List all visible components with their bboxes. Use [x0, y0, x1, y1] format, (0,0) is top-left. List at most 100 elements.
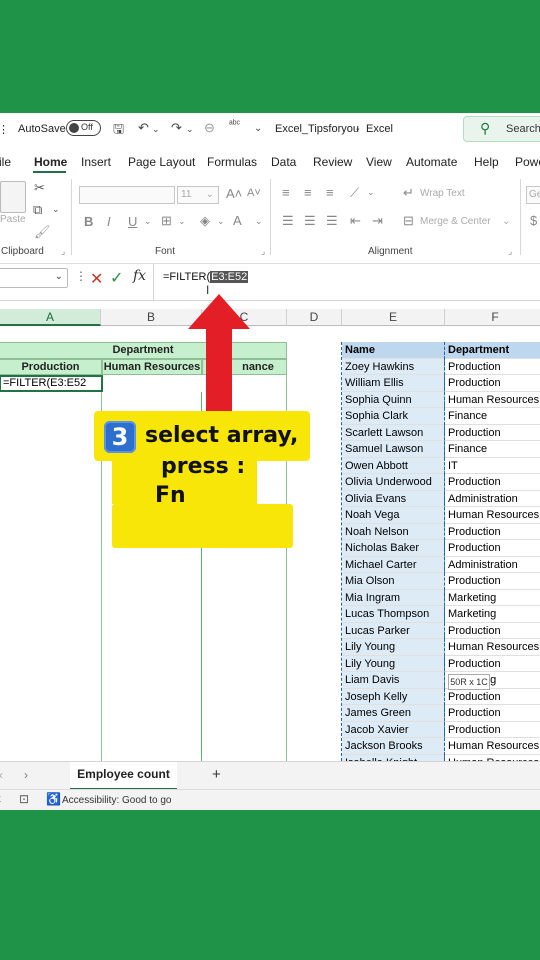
borders-icon[interactable]: ⊞ [161, 213, 172, 229]
orientation-icon[interactable]: ⟋ [350, 185, 359, 201]
borders-dropdown-icon[interactable]: ⌄ [178, 216, 186, 227]
column-header-b[interactable]: B [101, 309, 202, 326]
orientation-dropdown-icon[interactable]: ⌄ [367, 187, 375, 198]
department-column-header[interactable]: Department [445, 342, 540, 359]
undo-icon[interactable]: ↶ [138, 120, 149, 136]
redo-dropdown-icon[interactable]: ⌄ [186, 124, 194, 135]
employee-department-cell[interactable]: Marketing [445, 606, 540, 623]
tab-help[interactable]: Help [474, 155, 499, 169]
column-header-e[interactable]: E [342, 309, 445, 326]
prev-sheet-icon[interactable]: ‹ [0, 768, 3, 782]
tab-data[interactable]: Data [271, 155, 296, 169]
align-top-icon[interactable]: ≡ [282, 185, 290, 200]
save-icon[interactable]: 🖫 [113, 120, 124, 142]
production-header[interactable]: Production [0, 359, 102, 375]
strikethrough-icon[interactable]: ⊖ [204, 120, 215, 136]
employee-department-cell[interactable]: Human Resources [445, 639, 540, 656]
tab-file[interactable]: ile [0, 155, 11, 169]
employee-department-cell[interactable]: Production [445, 705, 540, 722]
fill-dropdown-icon[interactable]: ⌄ [217, 216, 225, 227]
autosave-toggle[interactable]: Off [66, 120, 101, 136]
employee-department-cell[interactable]: Human Resources [445, 391, 540, 408]
cancel-icon[interactable]: ✕ [90, 269, 103, 289]
customize-qat-icon[interactable]: ⌄ [254, 123, 262, 134]
enter-icon[interactable]: ✓ [110, 268, 123, 288]
employee-department-cell[interactable]: Production [445, 375, 540, 392]
employee-name-cell[interactable]: Lily Young [342, 655, 445, 672]
employee-department-cell[interactable]: Administration [445, 556, 540, 573]
employee-department-cell[interactable]: Production [445, 573, 540, 590]
employee-name-cell[interactable]: Lily Young [342, 639, 445, 656]
employee-name-cell[interactable]: Sophia Quinn [342, 391, 445, 408]
merge-center-icon[interactable]: ⊟ [403, 213, 414, 229]
alignment-launcher-icon[interactable]: ⌟ [508, 246, 512, 257]
paste-icon[interactable] [0, 181, 26, 213]
macro-record-icon[interactable]: ⊡ [19, 792, 29, 806]
italic-icon[interactable]: I [107, 214, 111, 229]
tab-home[interactable]: Home [34, 155, 67, 169]
wrap-text-label[interactable]: Wrap Text [420, 188, 465, 199]
employee-name-cell[interactable]: Joseph Kelly [342, 688, 445, 705]
column-header-a[interactable]: A [0, 309, 101, 326]
font-size-box[interactable]: 11 ⌄ [177, 186, 219, 204]
font-color-dropdown-icon[interactable]: ⌄ [255, 216, 263, 227]
insert-function-icon[interactable]: fx [133, 268, 146, 284]
employee-name-cell[interactable]: Olivia Evans [342, 490, 445, 507]
employee-name-cell[interactable]: Lucas Parker [342, 622, 445, 639]
employee-name-cell[interactable]: Jacob Xavier [342, 721, 445, 738]
employee-name-cell[interactable]: Sophia Clark [342, 408, 445, 425]
employee-department-cell[interactable]: Production [445, 523, 540, 540]
underline-dropdown-icon[interactable]: ⌄ [144, 216, 152, 227]
format-painter-icon[interactable]: 🖌 [34, 224, 51, 240]
name-column-header[interactable]: Name [342, 342, 445, 359]
more-options-icon[interactable]: ⋮ [75, 269, 87, 283]
tab-formulas[interactable]: Formulas [207, 155, 257, 169]
active-cell-a3[interactable]: =FILTER(E3:E52 [0, 375, 103, 392]
employee-name-cell[interactable]: Zoey Hawkins [342, 358, 445, 375]
bold-icon[interactable]: B [84, 214, 93, 229]
accessibility-status[interactable]: Accessibility: Good to go [62, 795, 172, 806]
employee-department-cell[interactable]: Marketing [445, 589, 540, 606]
employee-name-cell[interactable]: Olivia Underwood [342, 474, 445, 491]
name-box[interactable]: ⌄ [0, 268, 68, 288]
employee-name-cell[interactable]: Noah Nelson [342, 523, 445, 540]
underline-icon[interactable]: U [128, 214, 137, 229]
employee-department-cell[interactable]: Production [445, 540, 540, 557]
employee-department-cell[interactable]: Production [445, 622, 540, 639]
employee-department-cell[interactable]: Production [445, 688, 540, 705]
wrap-text-icon[interactable]: ↵ [403, 185, 414, 201]
next-sheet-icon[interactable]: › [24, 768, 28, 782]
employee-department-cell[interactable]: Production [445, 721, 540, 738]
font-color-icon[interactable]: A [233, 213, 242, 228]
employee-name-cell[interactable]: Liam Davis [342, 672, 445, 689]
employee-name-cell[interactable]: Jackson Brooks [342, 738, 445, 755]
number-format-box[interactable]: Ge [526, 186, 540, 204]
employee-department-cell[interactable]: Human Resources [445, 507, 540, 524]
employee-name-cell[interactable]: Owen Abbott [342, 457, 445, 474]
fill-color-icon[interactable]: ◈ [200, 213, 210, 229]
accessibility-icon[interactable]: ♿ [46, 792, 61, 806]
employee-name-cell[interactable]: Scarlett Lawson [342, 424, 445, 441]
redo-icon[interactable]: ↷ [171, 120, 182, 136]
employee-department-cell[interactable]: Finance [445, 408, 540, 425]
employee-department-cell[interactable]: Human Resources [445, 738, 540, 755]
tab-insert[interactable]: Insert [81, 155, 111, 169]
tab-automate[interactable]: Automate [406, 155, 457, 169]
spelling-icon[interactable]: ᵃᵇᶜ [229, 119, 240, 130]
employee-name-cell[interactable]: Michael Carter [342, 556, 445, 573]
increase-font-icon[interactable]: A˄ [226, 186, 242, 201]
employee-department-cell[interactable]: Production [445, 474, 540, 491]
merge-dropdown-icon[interactable]: ⌄ [502, 216, 510, 227]
merge-center-label[interactable]: Merge & Center [420, 216, 491, 227]
employee-department-cell[interactable]: Production [445, 424, 540, 441]
employee-department-cell[interactable]: IT [445, 457, 540, 474]
font-name-box[interactable] [79, 186, 175, 204]
align-left-icon[interactable]: ☰ [282, 213, 294, 229]
align-right-icon[interactable]: ☰ [326, 213, 338, 229]
column-header-f[interactable]: F [445, 309, 540, 326]
add-sheet-button[interactable]: + [212, 766, 221, 783]
align-center-icon[interactable]: ☰ [304, 213, 316, 229]
search-box[interactable]: ⚲ Search [463, 116, 540, 142]
undo-dropdown-icon[interactable]: ⌄ [152, 124, 160, 135]
employee-department-cell[interactable]: Administration [445, 490, 540, 507]
